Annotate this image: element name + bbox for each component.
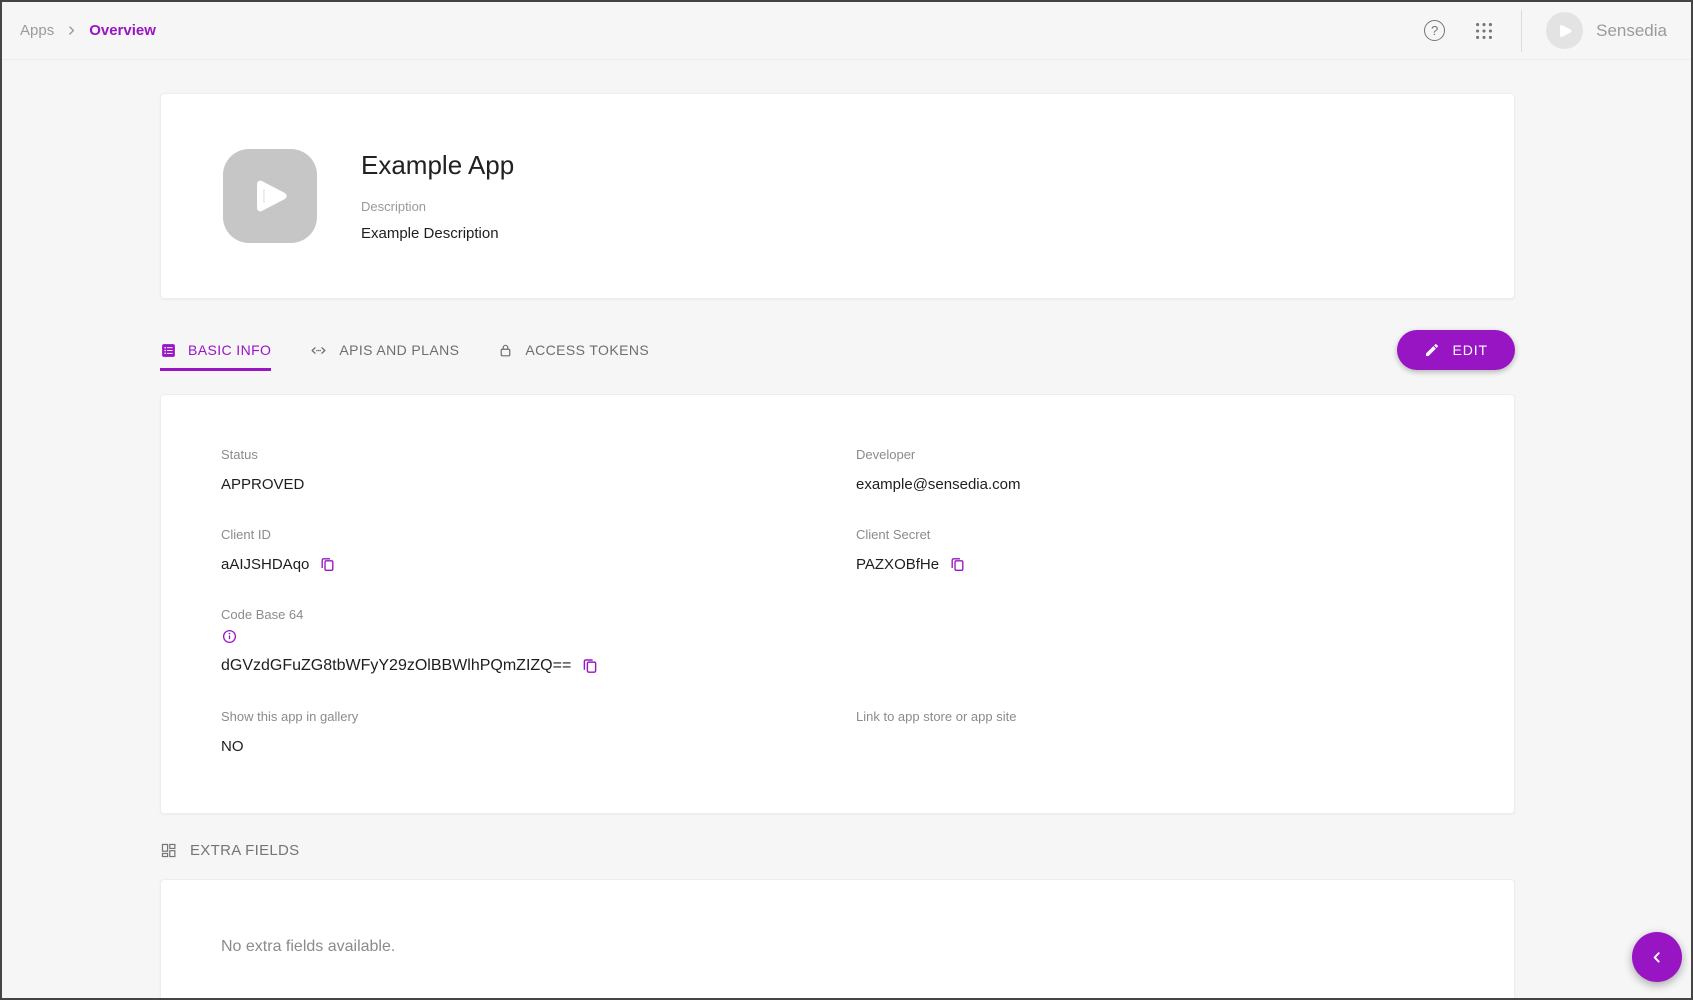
developer-label: Developer [856,447,1514,462]
sensedia-logo-icon [1553,19,1577,43]
client-id-label: Client ID [221,527,856,542]
app-window: Apps Overview ? [0,0,1693,1000]
tab-access-tokens[interactable]: ACCESS TOKENS [497,329,649,371]
chevron-left-icon [1647,947,1667,967]
topbar-icons: ? [1424,20,1495,42]
code-base64-value: dGVzdGFuZG8tbWFyY29zOlBBWlhPQmZIZQ== [221,657,571,675]
description-value: Example Description [361,225,514,242]
pencil-icon [1424,342,1440,358]
tab-apis-and-plans[interactable]: APIS AND PLANS [309,329,459,371]
app-info: Example App Description Example Descript… [361,150,514,242]
client-secret-label: Client Secret [856,527,1514,542]
app-header-card: Example App Description Example Descript… [160,93,1515,299]
field-status: Status APPROVED [221,447,856,493]
account-name: Sensedia [1596,21,1667,41]
page-content: Example App Description Example Descript… [2,60,1691,1000]
help-icon[interactable]: ? [1424,20,1445,41]
field-app-link: Link to app store or app site [856,709,1514,755]
app-title: Example App [361,150,514,180]
avatar [1546,12,1583,49]
app-link-value [856,737,1514,755]
gallery-value: NO [221,737,856,755]
apps-grid-icon[interactable] [1473,20,1495,42]
account-menu[interactable]: Sensedia [1546,12,1667,49]
lock-icon [497,342,514,359]
list-icon [160,342,177,359]
status-value: APPROVED [221,475,856,493]
dashboard-icon [160,842,177,859]
field-client-id: Client ID aAIJSHDAqo [221,527,856,573]
developer-value: example@sensedia.com [856,475,1514,493]
breadcrumb: Apps Overview [20,22,156,39]
description-label: Description [361,199,514,214]
field-spacer [856,607,1514,675]
copy-icon[interactable] [581,657,599,675]
status-label: Status [221,447,856,462]
breadcrumb-apps[interactable]: Apps [20,22,54,39]
extra-fields-header: EXTRA FIELDS [160,842,1515,859]
field-grid: Status APPROVED Developer example@sensed… [221,447,1514,755]
tab-apis-and-plans-label: APIS AND PLANS [339,342,459,358]
tab-basic-info[interactable]: BASIC INFO [160,329,271,371]
app-link-label: Link to app store or app site [856,709,1514,724]
basic-info-card: Status APPROVED Developer example@sensed… [160,394,1515,814]
topbar-divider [1521,10,1522,52]
breadcrumb-overview: Overview [89,22,156,39]
app-avatar [223,149,317,243]
extra-fields-empty-message: No extra fields available. [221,938,395,955]
copy-icon[interactable] [949,556,966,573]
chevron-right-icon [65,24,78,37]
extra-fields-card: No extra fields available. [160,879,1515,1000]
field-code-base64: Code Base 64 dGVzdGFuZG8tbWFyY29zOlBBWlh… [221,607,856,675]
collapse-fab-button[interactable] [1632,932,1682,982]
copy-icon[interactable] [319,556,336,573]
help-question-mark: ? [1424,20,1445,41]
code-icon [309,341,328,360]
edit-button[interactable]: EDIT [1397,330,1516,370]
edit-button-label: EDIT [1453,342,1489,358]
client-id-value: aAIJSHDAqo [221,556,309,573]
code-base64-label: Code Base 64 [221,607,856,622]
gallery-label: Show this app in gallery [221,709,856,724]
info-icon[interactable] [221,628,239,645]
client-secret-value: PAZXOBfHe [856,556,939,573]
field-developer: Developer example@sensedia.com [856,447,1514,493]
tab-basic-info-label: BASIC INFO [188,342,271,358]
field-show-in-gallery: Show this app in gallery NO [221,709,856,755]
field-client-secret: Client Secret PAZXOBfHe [856,527,1514,573]
tabs-row: BASIC INFO APIS AND PLANS ACCESS TOKENS [160,329,1515,371]
top-bar: Apps Overview ? [2,2,1691,60]
play-logo-icon [241,167,299,225]
tab-access-tokens-label: ACCESS TOKENS [525,342,649,358]
extra-fields-title: EXTRA FIELDS [190,842,299,859]
